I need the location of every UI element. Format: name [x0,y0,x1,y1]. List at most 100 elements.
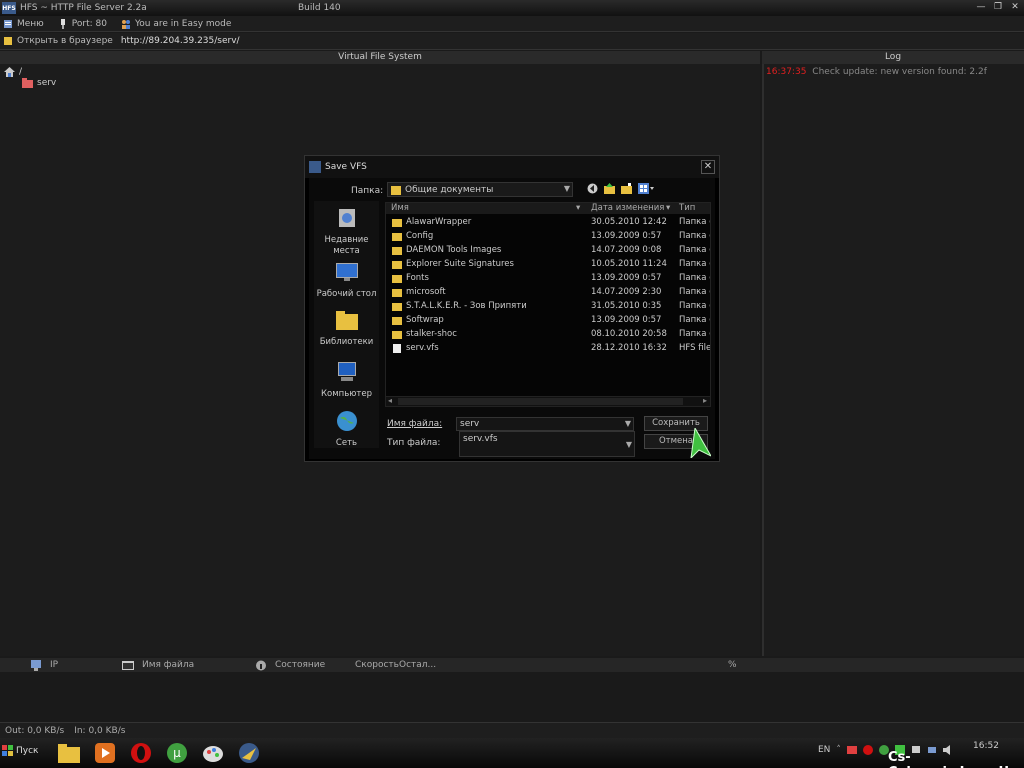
view-menu-icon[interactable] [638,183,654,194]
explorer-icon[interactable] [56,740,82,766]
col-remain[interactable]: Остал... [399,660,436,670]
open-in-browser-button[interactable]: Открыть в браузере [3,36,113,46]
place-desktop[interactable]: Рабочий стол [314,261,379,300]
list-item[interactable]: Softwrap 13.09.2009 0:57 Папка с ф [386,314,710,327]
col-ip-label: IP [50,660,59,670]
language-indicator[interactable]: EN [818,745,830,755]
place-network[interactable]: Сеть [314,410,379,449]
server-url[interactable]: http://89.204.39.235/serv/ [121,36,240,46]
dialog-titlebar: Save VFS ✕ [305,156,719,178]
opera-icon[interactable] [128,740,154,766]
chevron-down-icon[interactable]: ▾ [576,203,580,214]
chevron-down-icon[interactable]: ▼ [626,440,632,449]
filetype-select[interactable]: serv.vfs ▼ [459,431,635,457]
start-button[interactable]: Пуск [2,745,38,756]
horizontal-scrollbar[interactable]: ◂ ▸ [386,396,710,406]
file-name: Fonts [406,273,429,283]
paint-icon[interactable] [200,740,226,766]
chevron-left-icon[interactable]: ◂ [388,396,392,405]
connections-panel[interactable] [0,672,1024,722]
chevron-down-icon[interactable]: ▼ [625,418,631,430]
list-item[interactable]: stalker-shoc 08.10.2010 20:58 Папка с ф [386,328,710,341]
main-toolbar: Меню Port: 80 You are in Easy mode [0,16,1024,32]
vfs-root-label: / [19,67,23,77]
vfs-root-node[interactable]: / [4,67,22,77]
minimize-icon[interactable]: — [974,1,988,13]
folder-icon [392,261,402,269]
col-type[interactable]: Тип [679,203,695,214]
file-list[interactable]: Имя ▾ Дата изменения ▾ Тип AlawarWrapper… [385,202,711,407]
port-button[interactable]: Port: 80 [58,18,107,29]
build-label: Build 140 [298,3,341,13]
log-panel[interactable]: 16:37:35 Check update: new version found… [762,64,1024,656]
col-ip[interactable]: IP [30,659,59,671]
maximize-icon[interactable]: ❐ [991,1,1005,13]
col-name[interactable]: Имя [391,203,409,214]
file-type: Папка с ф [679,287,710,297]
file-name: serv.vfs [406,343,439,353]
col-speed[interactable]: Скорость [355,660,399,670]
file-name: Softwrap [406,315,444,325]
menu-icon [4,19,12,28]
list-item[interactable]: DAEMON Tools Images 14.07.2009 0:08 Папк… [386,244,710,257]
folder-icon [22,78,33,88]
mode-button[interactable]: You are in Easy mode [121,19,231,29]
utorrent-icon[interactable]: µ [164,740,190,766]
out-speed: Out: 0,0 KB/s [5,725,65,736]
chevron-up-icon[interactable]: ˄ [836,745,841,755]
file-type: Папка с ф [679,329,710,339]
col-remain-label: Остал... [399,660,437,670]
hfs-taskbar-icon[interactable] [236,740,262,766]
file-date: 08.10.2010 20:58 [591,329,667,339]
filetype-value: serv.vfs [463,434,498,444]
file-type: Папка с ф [679,301,710,311]
list-item[interactable]: Config 13.09.2009 0:57 Папка с ф [386,230,710,243]
scrollbar-thumb[interactable] [398,398,683,405]
folder-label: Папка: [351,186,384,196]
file-name: microsoft [406,287,446,297]
col-status[interactable]: Состояние [255,660,325,671]
shield-icon[interactable] [862,745,873,755]
list-item[interactable]: Fonts 13.09.2009 0:57 Папка с ф [386,272,710,285]
in-speed: In: 0,0 KB/s [74,725,126,736]
folder-icon [392,289,402,297]
folder-icon [392,303,402,311]
chevron-down-icon[interactable]: ▼ [564,184,570,193]
up-folder-icon[interactable] [604,183,615,194]
folder-icon [392,247,402,255]
place-recent[interactable]: Недавние места [314,207,379,257]
col-percent[interactable]: % [728,660,737,670]
menu-button[interactable]: Меню [3,19,44,29]
browser-icon [4,37,12,45]
col-date[interactable]: Дата изменения [591,203,664,214]
list-item[interactable]: serv.vfs 28.12.2010 16:32 HFS file sy [386,342,710,355]
list-item[interactable]: S.T.A.L.K.E.R. - Зов Припяти 31.05.2010 … [386,300,710,313]
back-icon[interactable] [587,183,598,194]
chevron-right-icon[interactable]: ▸ [703,396,707,405]
file-name: Explorer Suite Signatures [406,259,514,269]
folder-icon [392,331,402,339]
dialog-close-button[interactable]: ✕ [701,160,715,174]
media-player-icon[interactable] [92,740,118,766]
col-speed-label: Скорость [355,660,399,670]
hfs-app-icon: HFS [2,2,16,14]
file-type: HFS file sy [679,343,711,353]
close-icon[interactable]: ✕ [1008,1,1022,13]
place-computer[interactable]: Компьютер [314,361,379,400]
col-filename[interactable]: Имя файла [122,660,194,671]
file-date: 10.05.2010 11:24 [591,259,667,269]
list-item[interactable]: microsoft 14.07.2009 2:30 Папка с ф [386,286,710,299]
new-folder-icon[interactable] [621,183,632,194]
vfs-serv-node[interactable]: serv [22,78,56,88]
place-recent-label: Недавние места [324,235,369,256]
place-libraries[interactable]: Библиотеки [314,309,379,348]
mail-icon[interactable] [846,745,857,755]
folder-select[interactable]: Общие документы ▼ [387,182,573,197]
list-item[interactable]: Explorer Suite Signatures 10.05.2010 11:… [386,258,710,271]
list-item[interactable]: AlawarWrapper 30.05.2010 12:42 Папка с ф [386,216,710,229]
place-network-label: Сеть [335,438,358,448]
desktop-icon [335,263,358,281]
chevron-down-icon[interactable]: ▾ [666,203,670,214]
filename-input[interactable]: serv ▼ [456,417,634,431]
file-type: Папка с ф [679,259,710,269]
